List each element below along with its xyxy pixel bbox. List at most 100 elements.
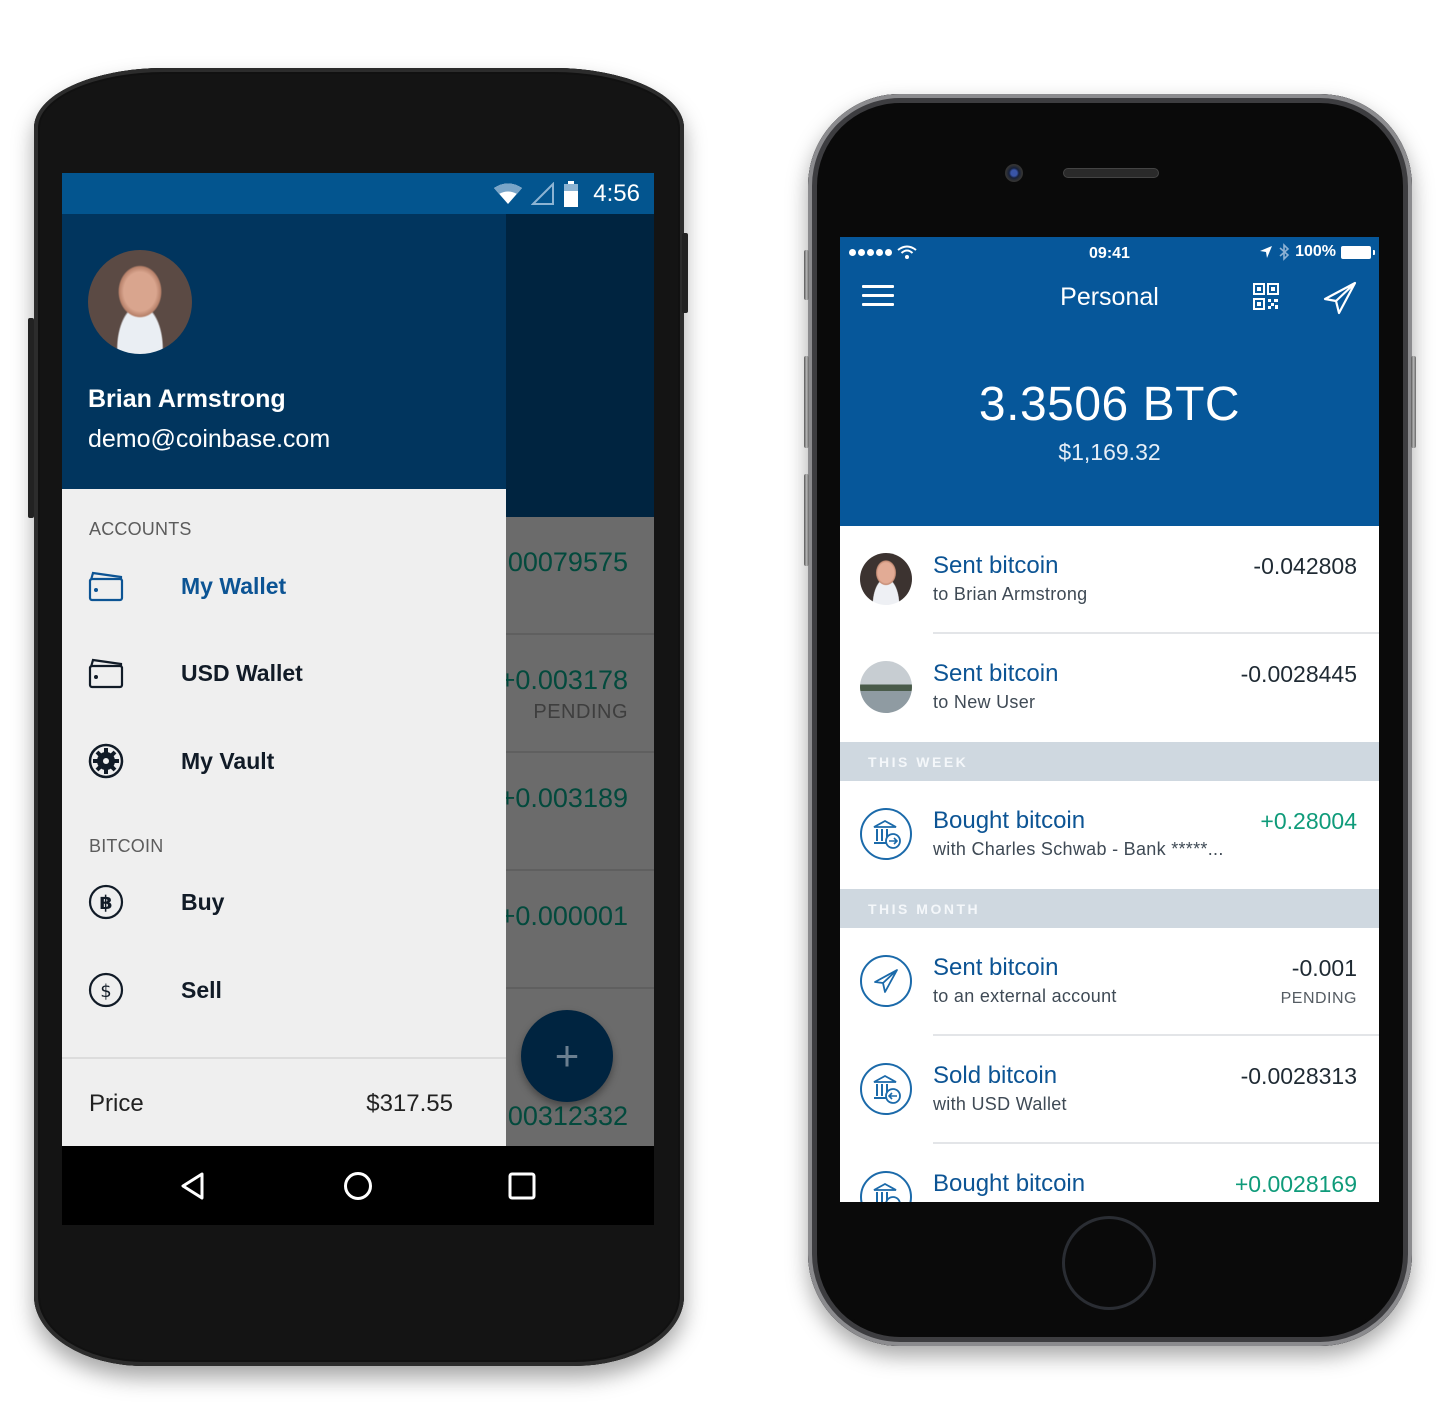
background-row: +0.000001	[499, 871, 654, 989]
transaction-row[interactable]: Sent bitcoin to Brian Armstrong -0.04280…	[840, 526, 1379, 634]
earpiece-speaker	[1063, 168, 1159, 178]
navigation-drawer: Brian Armstrong demo@coinbase.com ACCOUN…	[62, 214, 506, 1146]
battery-percent: 100%	[1295, 243, 1336, 260]
background-row: 00079575	[502, 517, 654, 635]
transaction-row[interactable]: Sent bitcoin to New User -0.0028445	[840, 634, 1379, 742]
transaction-title: Sent bitcoin	[933, 552, 1059, 579]
drawer-item-label: My Wallet	[181, 572, 287, 599]
home-button[interactable]	[1062, 1216, 1156, 1310]
section-title-bitcoin: BITCOIN	[89, 836, 164, 856]
background-amount: +0.003178	[499, 665, 628, 695]
bank-withdraw-icon	[860, 1063, 912, 1115]
drawer-item-sell[interactable]: $ Sell	[62, 955, 506, 1025]
bluetooth-icon	[1279, 243, 1290, 261]
transaction-title: Bought bitcoin	[933, 807, 1086, 834]
ios-status-bar: 09:41 100%	[840, 237, 1379, 271]
background-amount: +0.000001	[499, 901, 628, 931]
transaction-title: Bought bitcoin	[933, 1170, 1086, 1197]
drawer-item-label: Sell	[181, 976, 222, 1003]
wallet-header: 09:41 100% Personal 3.3506 BTC $1,169.32	[840, 237, 1379, 526]
drawer-item-usd-wallet[interactable]: USD Wallet	[62, 638, 506, 708]
svg-text:$: $	[100, 981, 111, 1002]
bank-deposit-icon	[860, 808, 912, 860]
transaction-status: PENDING	[1280, 990, 1357, 1007]
android-navigation-bar	[62, 1146, 654, 1225]
transaction-amount: -0.001	[1291, 955, 1357, 981]
add-fab-button[interactable]: +	[521, 1010, 613, 1102]
send-icon[interactable]	[1322, 280, 1358, 316]
fiat-balance: $1,169.32	[1058, 439, 1161, 465]
plus-icon: +	[554, 1032, 580, 1079]
drawer-item-buy[interactable]: ฿ Buy	[62, 867, 506, 937]
transaction-subtitle: to New User	[933, 692, 1036, 712]
android-status-bar: 4:56	[62, 173, 654, 214]
mute-switch	[804, 250, 809, 300]
background-amount: 00079575	[507, 547, 628, 577]
price-label: Price	[89, 1090, 144, 1117]
volume-up-button	[804, 356, 809, 448]
drawer-item-my-wallet[interactable]: My Wallet	[62, 551, 506, 621]
transaction-title: Sold bitcoin	[933, 1062, 1058, 1089]
transaction-row[interactable]: Bought bitcoin with Charles Schwab - Ban…	[840, 781, 1379, 889]
section-header-this-month: THIS MONTH	[840, 889, 1379, 928]
avatar[interactable]	[88, 250, 192, 354]
transaction-title: Sent bitcoin	[933, 954, 1059, 981]
user-name: Brian Armstrong	[88, 385, 286, 413]
bitcoin-icon: ฿	[88, 884, 124, 920]
drawer-item-label: Buy	[181, 888, 225, 915]
background-amount: 00312332	[507, 1101, 628, 1131]
back-icon	[181, 1172, 204, 1200]
transaction-row[interactable]: Sent bitcoin to an external account -0.0…	[840, 928, 1379, 1036]
drawer-item-my-vault[interactable]: My Vault	[62, 726, 506, 796]
avatar	[860, 661, 912, 713]
background-row: +0.003189	[500, 753, 654, 871]
background-status: PENDING	[533, 701, 628, 723]
wallet-icon	[88, 655, 124, 691]
front-camera	[1005, 164, 1023, 182]
status-time: 4:56	[593, 179, 640, 207]
svg-text:฿: ฿	[99, 892, 112, 914]
ios-nav-bar: Personal	[840, 277, 1379, 321]
transaction-subtitle: with Charles Schwab - Bank *****...	[933, 839, 1224, 859]
volume-button	[28, 318, 34, 518]
wallet-icon	[88, 568, 124, 604]
transaction-row[interactable]: Sold bitcoin with USD Wallet -0.0028313	[840, 1036, 1379, 1144]
qr-code-icon[interactable]	[1253, 283, 1279, 311]
background-row: +0.003178 PENDING	[499, 635, 654, 753]
page-title: Personal	[1060, 283, 1159, 311]
transaction-row[interactable]: Bought bitcoin +0.0028169	[840, 1144, 1379, 1202]
volume-down-button	[804, 474, 809, 566]
battery-icon	[1341, 245, 1375, 259]
dollar-icon: $	[88, 972, 124, 1008]
transaction-subtitle: to Brian Armstrong	[933, 584, 1088, 604]
recents-icon	[508, 1172, 536, 1200]
transaction-amount: +0.0028169	[1234, 1171, 1357, 1197]
price-value: $317.55	[366, 1090, 453, 1117]
back-button[interactable]	[178, 1171, 208, 1201]
transaction-subtitle: to an external account	[933, 986, 1117, 1006]
iphone-screen: 09:41 100% Personal 3.3506 BTC $1,169.32…	[840, 237, 1379, 1202]
sleep-button	[1411, 356, 1416, 448]
home-button[interactable]	[343, 1171, 373, 1201]
transaction-list: Sent bitcoin to Brian Armstrong -0.04280…	[840, 526, 1379, 1202]
android-screen: 4:56 00079575 +0.003178 PENDING +0.00318…	[62, 173, 654, 1225]
transaction-amount: -0.042808	[1253, 553, 1357, 579]
wifi-icon	[494, 183, 523, 204]
transaction-amount: +0.28004	[1260, 808, 1357, 834]
recents-button[interactable]	[507, 1171, 537, 1201]
drawer-divider	[62, 1057, 506, 1059]
drawer-item-label: USD Wallet	[181, 659, 303, 686]
btc-balance: 3.3506 BTC	[978, 378, 1241, 431]
vault-icon	[88, 743, 124, 779]
transaction-amount: -0.0028445	[1240, 661, 1357, 687]
avatar	[860, 553, 912, 605]
transaction-title: Sent bitcoin	[933, 660, 1059, 687]
user-email: demo@coinbase.com	[88, 425, 331, 453]
transaction-subtitle: with USD Wallet	[933, 1094, 1067, 1114]
power-button	[682, 233, 688, 313]
transaction-amount: -0.0028313	[1240, 1063, 1357, 1089]
drawer-header: Brian Armstrong demo@coinbase.com	[62, 214, 506, 489]
section-title-accounts: ACCOUNTS	[89, 519, 192, 539]
home-icon	[344, 1172, 372, 1200]
drawer-item-label: My Vault	[181, 747, 275, 774]
